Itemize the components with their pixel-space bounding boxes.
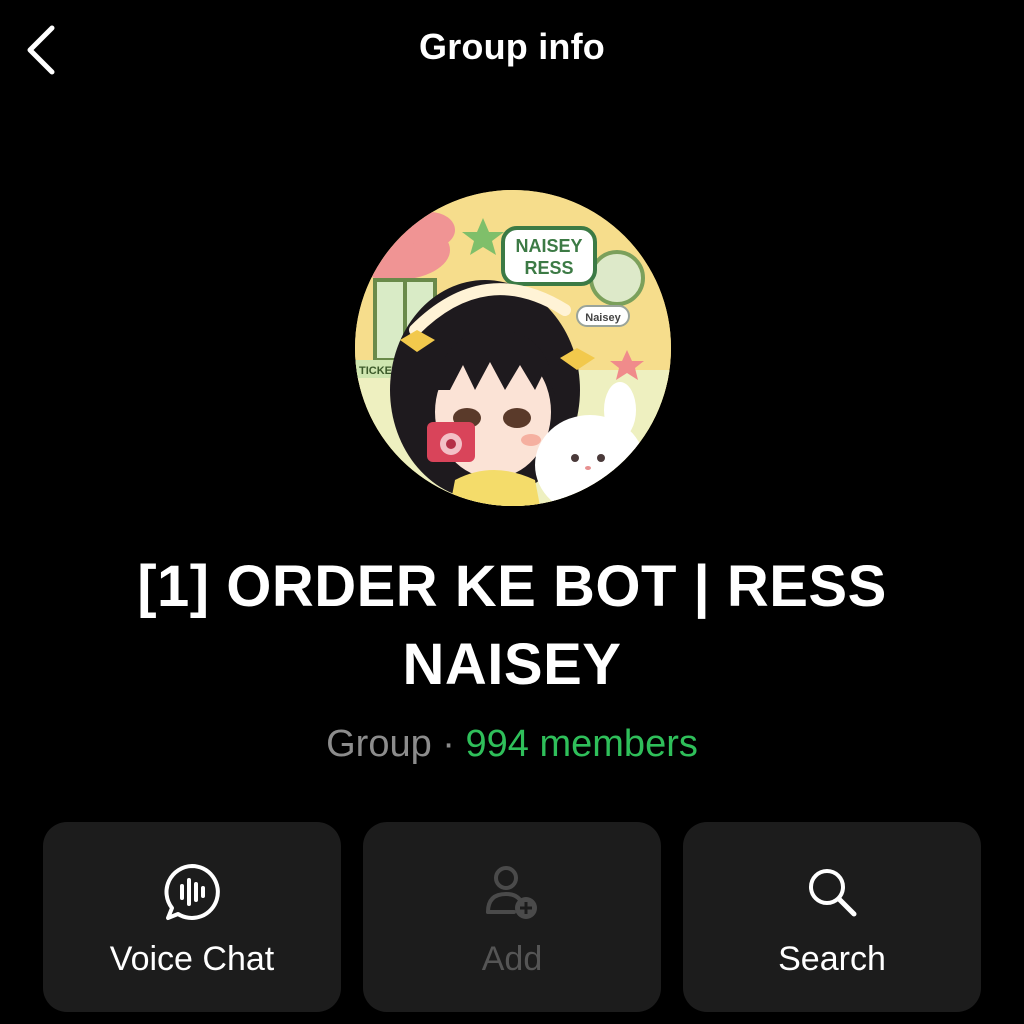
page-title: Group info [419, 26, 605, 67]
avatar-image: NAISEY RESS Naisey TICKE [355, 190, 671, 506]
voice-chat-icon [164, 864, 220, 920]
subtitle-separator: · [431, 723, 466, 765]
group-info-screen: Group info NAISEY RESS Naisey TICKE [1] … [0, 0, 1024, 1024]
avatar-logo-line2: RESS [524, 258, 573, 278]
group-type-label: Group [326, 723, 432, 765]
voice-chat-button[interactable]: Voice Chat [43, 822, 341, 1012]
add-member-button[interactable]: Add [363, 822, 661, 1012]
avatar-sign-text: TICKE [359, 365, 392, 377]
group-subtitle: Group · 994 members [0, 720, 1024, 768]
search-icon [809, 869, 857, 917]
member-count-link[interactable]: 994 members [466, 723, 698, 765]
avatar-logo-line1: NAISEY [515, 236, 582, 256]
search-button[interactable]: Search [683, 822, 981, 1012]
voice-chat-label: Voice Chat [109, 940, 275, 978]
group-name: [1] ORDER KE BOT | RESS NAISEY [137, 554, 887, 697]
search-label: Search [778, 940, 886, 978]
add-member-icon [486, 866, 537, 919]
header: Group info [0, 0, 1024, 100]
avatar-bubble-text: Naisey [585, 312, 621, 324]
add-member-label: Add [481, 940, 543, 978]
group-avatar[interactable]: NAISEY RESS Naisey TICKE [355, 190, 671, 506]
